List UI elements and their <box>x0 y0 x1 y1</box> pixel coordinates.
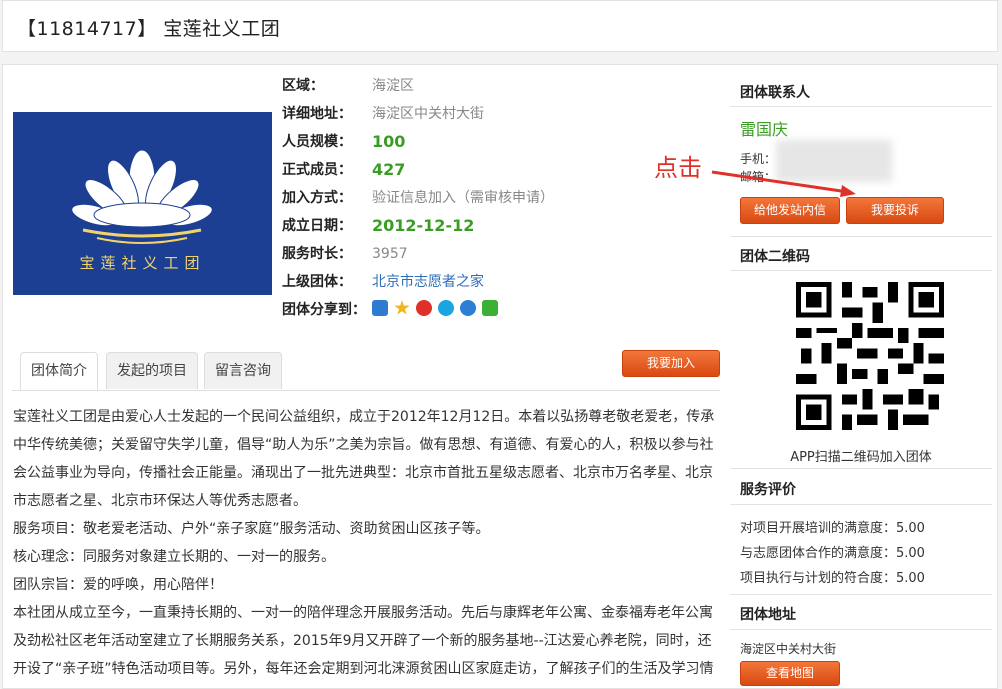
contact-name: 雷国庆 <box>740 120 789 139</box>
page-header: 【11814717】 宝莲社义工团 <box>2 0 998 52</box>
address-text: 海淀区中关村大街 <box>740 642 837 656</box>
info-value: 2012-12-12 <box>372 216 475 235</box>
divider <box>730 106 992 107</box>
divider <box>730 629 992 630</box>
contact-title: 团体联系人 <box>740 85 810 101</box>
info-label: 服务时长： <box>282 246 352 262</box>
wechat-icon[interactable] <box>482 300 498 316</box>
tab-messages[interactable]: 留言咨询 <box>204 352 282 389</box>
complain-button[interactable]: 我要投诉 <box>846 197 944 224</box>
info-value: 验证信息加入（需审核申请） <box>372 190 554 206</box>
info-value: 海淀区 <box>372 78 414 94</box>
divider <box>730 504 992 505</box>
description-paragraph: 宝莲社义工团是由爱心人士发起的一个民间公益组织，成立于2012年12月12日。本… <box>13 409 715 509</box>
send-message-button[interactable]: 给他发站内信 <box>740 197 840 224</box>
page-title: 【11814717】 宝莲社义工团 <box>17 18 281 40</box>
phone-label: 手机： <box>740 152 777 166</box>
info-label: 正式成员： <box>282 162 352 178</box>
eval-item: 对项目开展培训的满意度：5.00 <box>740 521 925 536</box>
tab-projects[interactable]: 发起的项目 <box>106 352 198 389</box>
pengyou-icon[interactable] <box>438 300 454 316</box>
view-map-button[interactable]: 查看地图 <box>740 661 840 686</box>
info-label: 人员规模： <box>282 134 352 150</box>
weibo-icon[interactable] <box>416 300 432 316</box>
qr-title: 团体二维码 <box>740 249 810 265</box>
info-label: 团体分享到： <box>282 302 366 318</box>
info-value: 427 <box>372 160 406 179</box>
info-label: 区域： <box>282 78 324 94</box>
annotation-text: 点击 <box>654 154 702 182</box>
sidebar: 团体联系人 雷国庆 手机： 邮箱： 给他发站内信 我要投诉 团体二维码 APP扫… <box>730 64 998 689</box>
logo-text: 宝莲社义工团 <box>79 254 206 272</box>
info-value: 海淀区中关村大街 <box>372 106 484 122</box>
info-label: 加入方式： <box>282 190 352 206</box>
group-logo: 宝莲社义工团 <box>13 112 272 295</box>
tencent-weibo-icon[interactable] <box>460 300 476 316</box>
divider <box>730 236 992 237</box>
tab-intro[interactable]: 团体简介 <box>20 352 98 390</box>
qr-caption: APP扫描二维码加入团体 <box>790 450 932 465</box>
eval-item: 项目执行与计划的符合度：5.00 <box>740 571 925 586</box>
star-icon[interactable] <box>394 300 410 315</box>
qr-code-icon <box>796 282 944 430</box>
description-paragraph: 团队宗旨：爱的呼唤，用心陪伴！ <box>13 577 223 593</box>
address-title: 团体地址 <box>740 607 796 623</box>
info-label: 详细地址： <box>282 106 352 122</box>
info-label: 上级团体： <box>282 274 352 290</box>
group-description: 宝莲社义工团是由爱心人士发起的一个民间公益组织，成立于2012年12月12日。本… <box>13 403 721 683</box>
parent-group-link[interactable]: 北京市志愿者之家 <box>372 272 484 292</box>
annotation-arrow-icon <box>711 170 856 197</box>
tab-bar: 团体简介 发起的项目 留言咨询 <box>12 352 720 391</box>
description-paragraph: 服务项目：敬老爱老活动、户外“亲子家庭”服务活动、资助贫困山区孩子等。 <box>13 521 490 537</box>
divider <box>730 594 992 595</box>
qzone-icon[interactable] <box>372 300 388 316</box>
eval-title: 服务评价 <box>740 482 796 498</box>
info-label: 成立日期： <box>282 218 352 234</box>
eval-item: 与志愿团体合作的满意度：5.00 <box>740 546 925 561</box>
divider <box>730 270 992 271</box>
info-value: 3957 <box>372 246 408 262</box>
share-icons <box>372 300 498 316</box>
divider <box>730 468 992 469</box>
info-value: 100 <box>372 132 406 151</box>
join-button[interactable]: 我要加入 <box>622 350 720 377</box>
description-paragraph: 本社团从成立至今，一直秉持长期的、一对一的陪伴理念开展服务活动。先后与康辉老年公… <box>13 605 714 677</box>
description-paragraph: 核心理念：同服务对象建立长期的、一对一的服务。 <box>13 549 335 565</box>
